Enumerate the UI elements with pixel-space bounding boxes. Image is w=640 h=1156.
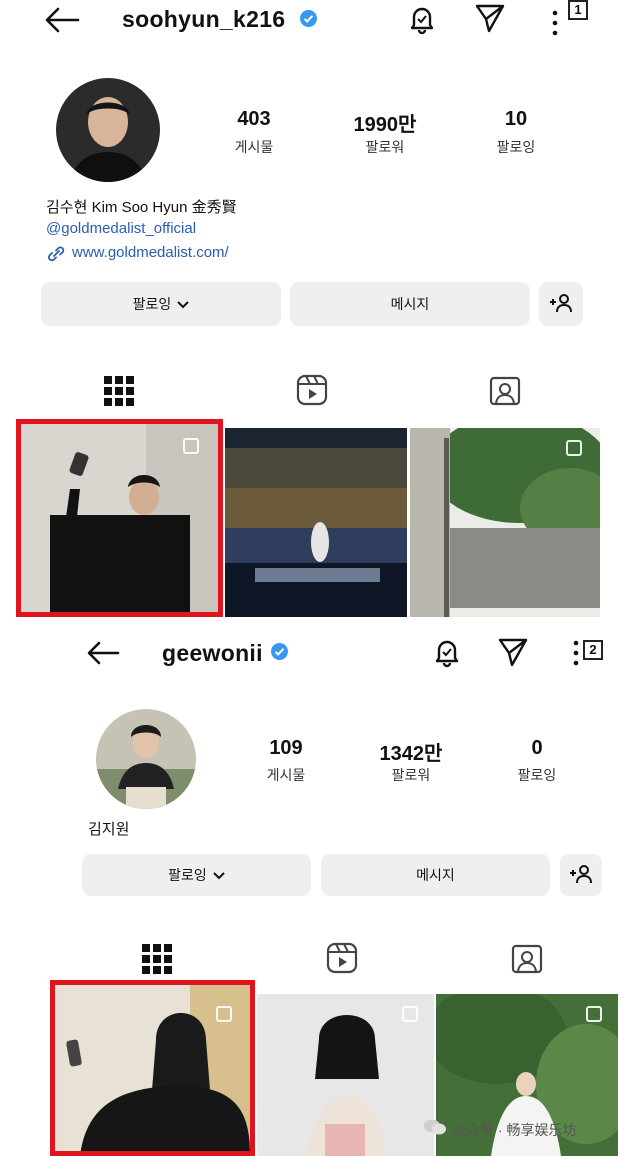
multi-post-icon xyxy=(566,440,582,456)
posts-label: 게시물 xyxy=(234,139,274,155)
add-person-icon xyxy=(569,864,593,887)
username: soohyun_k216 xyxy=(122,6,286,32)
message-button-label: 메시지 xyxy=(390,296,430,312)
notification-bell-icon[interactable] xyxy=(406,3,438,35)
tab-tagged[interactable] xyxy=(489,374,521,406)
suggested-users-button[interactable] xyxy=(560,854,602,896)
following-label[interactable]: 팔로잉 xyxy=(487,765,587,785)
followers-count[interactable]: 1990만 xyxy=(335,108,435,137)
suggested-users-button[interactable] xyxy=(539,282,583,326)
tab-reels[interactable] xyxy=(296,374,328,406)
posts-count: 403 xyxy=(237,108,271,130)
following-count[interactable]: 10 xyxy=(466,108,566,131)
bio-name: 김수현 Kim Soo Hyun 金秀賢 xyxy=(46,199,237,216)
bio-name: 김지원 xyxy=(88,821,130,838)
multi-post-icon xyxy=(216,1006,232,1022)
following-button[interactable]: 팔로잉 xyxy=(41,282,281,326)
link-icon xyxy=(46,245,66,263)
message-button[interactable]: 메시지 xyxy=(321,854,550,896)
following-label[interactable]: 팔로잉 xyxy=(466,137,566,157)
add-person-icon xyxy=(549,293,573,316)
multi-post-icon xyxy=(402,1006,418,1022)
reels-icon xyxy=(296,374,328,406)
reels-icon xyxy=(326,942,358,974)
tab-grid[interactable] xyxy=(104,376,134,406)
tab-grid[interactable] xyxy=(142,944,172,974)
back-arrow-icon[interactable] xyxy=(44,6,80,34)
following-count[interactable]: 0 xyxy=(487,737,587,760)
verified-badge-icon xyxy=(271,643,288,660)
more-options-icon[interactable] xyxy=(573,640,579,666)
posts-count: 109 xyxy=(269,737,303,759)
tab-tagged[interactable] xyxy=(511,942,543,974)
back-arrow-icon[interactable] xyxy=(86,640,120,666)
message-button-label: 메시지 xyxy=(416,867,455,883)
following-button-label: 팔로잉 xyxy=(132,296,172,312)
tagged-icon xyxy=(511,944,543,974)
followers-label[interactable]: 팔로워 xyxy=(361,765,461,785)
wechat-icon xyxy=(424,1118,446,1141)
notification-bell-icon[interactable] xyxy=(431,636,463,668)
tab-reels[interactable] xyxy=(326,942,358,974)
posts-label: 게시물 xyxy=(266,767,306,783)
following-button[interactable]: 팔로잉 xyxy=(82,854,311,896)
more-options-icon[interactable] xyxy=(552,10,558,36)
verified-badge-icon xyxy=(300,10,317,27)
profile-avatar[interactable] xyxy=(96,709,196,809)
watermark-text: 公众号 · 畅享娱乐坊 xyxy=(452,1121,577,1138)
chevron-down-icon xyxy=(177,296,190,312)
direct-message-icon[interactable] xyxy=(474,3,506,33)
multi-post-icon xyxy=(183,438,199,454)
post-thumbnail[interactable] xyxy=(225,428,407,617)
tagged-icon xyxy=(489,376,521,406)
direct-message-icon[interactable] xyxy=(497,637,529,667)
username: geewonii xyxy=(162,640,263,666)
followers-count[interactable]: 1342만 xyxy=(361,737,461,766)
following-button-label: 팔로잉 xyxy=(168,867,207,883)
multi-post-icon xyxy=(586,1006,602,1022)
watermark: 公众号 · 畅享娱乐坊 xyxy=(424,1118,576,1141)
bio-mention-link[interactable]: @goldmedalist_official xyxy=(46,220,196,237)
chevron-down-icon xyxy=(213,867,225,883)
profile-avatar[interactable] xyxy=(56,78,160,182)
message-button[interactable]: 메시지 xyxy=(290,282,530,326)
post-thumbnail[interactable] xyxy=(410,428,600,617)
grid-icon xyxy=(104,376,134,406)
website-link[interactable]: www.goldmedalist.com/ xyxy=(72,244,229,261)
followers-label[interactable]: 팔로워 xyxy=(335,137,435,157)
page-badge: 1 xyxy=(568,0,588,20)
grid-icon xyxy=(142,944,172,974)
page-badge: 2 xyxy=(583,640,603,660)
